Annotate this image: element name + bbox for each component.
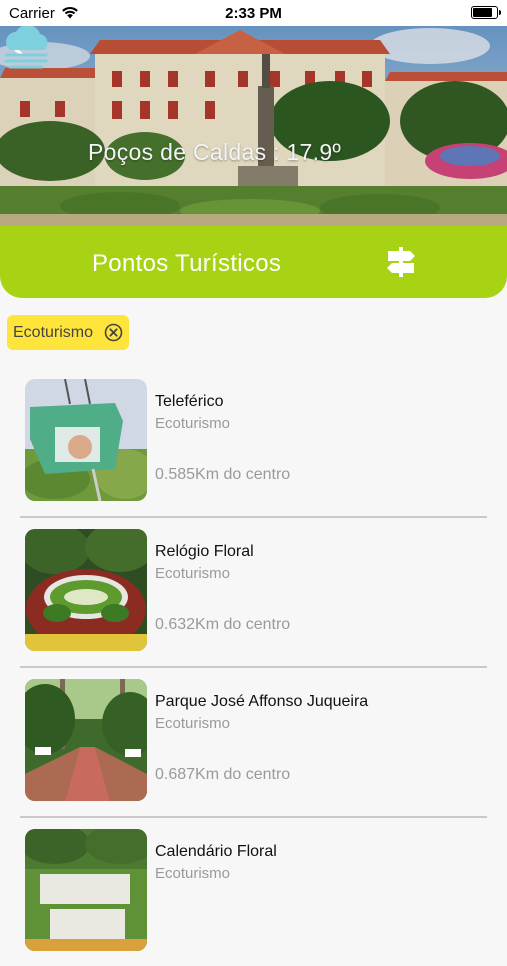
list-item[interactable]: Relógio Floral Ecoturismo 0.632Km do cen… — [0, 516, 507, 668]
signpost-icon — [387, 247, 415, 277]
attraction-name: Relógio Floral — [155, 543, 254, 560]
attraction-thumbnail — [25, 679, 147, 801]
attraction-category: Ecoturismo — [155, 415, 231, 432]
status-bar: Carrier 2:33 PM — [0, 0, 507, 26]
attraction-name: Calendário Floral — [155, 843, 277, 860]
section-title: Pontos Turísticos — [92, 250, 282, 277]
attraction-name: Parque José Affonso Juqueira — [155, 693, 369, 710]
attraction-thumbnail — [25, 529, 147, 651]
city-photo — [0, 26, 507, 226]
attraction-category: Ecoturismo — [155, 565, 231, 582]
filter-chip-ecoturismo[interactable]: Ecoturismo — [7, 315, 130, 350]
filter-chip-label: Ecoturismo — [13, 323, 94, 341]
battery-icon — [471, 6, 501, 19]
city-hero-image: Poços de Caldas : 17.9º — [0, 26, 507, 226]
attraction-distance: 0.687Km do centro — [155, 766, 291, 783]
status-time: 2:33 PM — [225, 5, 282, 22]
city-weather-label: Poços de Caldas : 17.9º — [88, 139, 342, 165]
attraction-distance: 0.585Km do centro — [155, 466, 291, 483]
section-header: Pontos Turísticos — [0, 226, 507, 298]
list-item[interactable]: Parque José Affonso Juqueira Ecoturismo … — [0, 666, 507, 818]
attraction-category: Ecoturismo — [155, 715, 231, 732]
attraction-distance: 0.632Km do centro — [155, 616, 291, 633]
attraction-thumbnail — [25, 829, 147, 951]
cloud-rain-icon — [4, 26, 48, 69]
list-item[interactable]: Calendário Floral Ecoturismo — [0, 816, 507, 966]
list-item[interactable]: Teleférico Ecoturismo 0.585Km do centro — [0, 366, 507, 518]
attraction-thumbnail — [25, 379, 147, 501]
attraction-category: Ecoturismo — [155, 865, 231, 882]
attraction-name: Teleférico — [155, 393, 224, 410]
close-circle-icon[interactable] — [104, 323, 123, 342]
